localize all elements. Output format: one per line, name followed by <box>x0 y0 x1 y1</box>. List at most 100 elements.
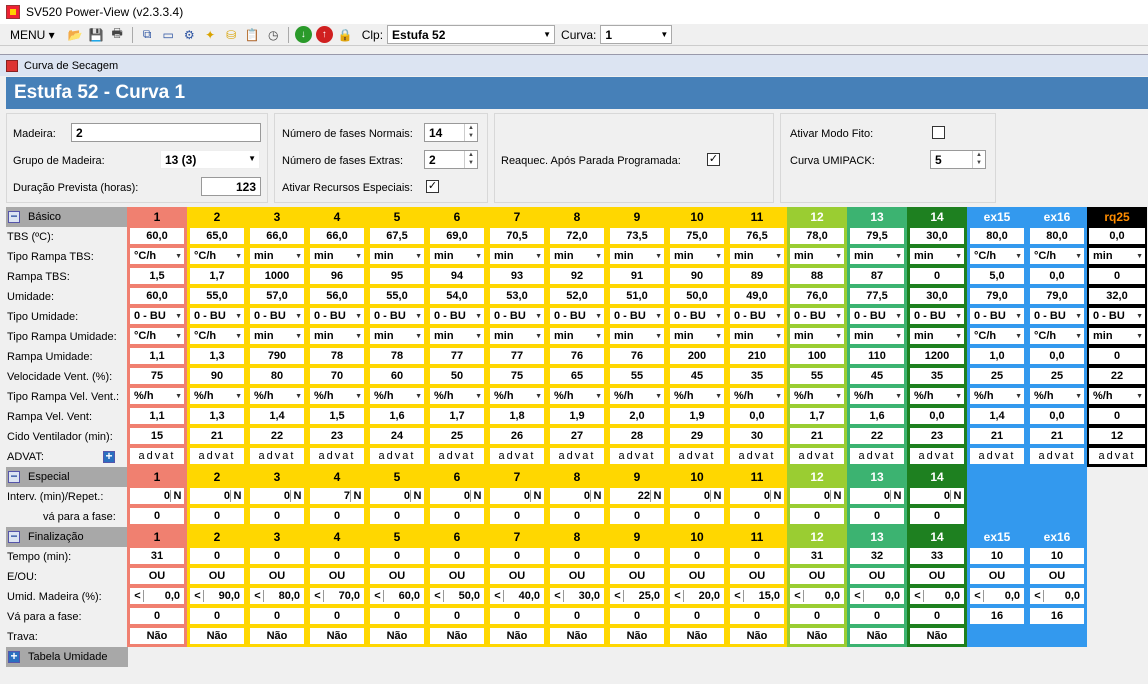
cell-input[interactable]: 22 <box>1089 368 1145 384</box>
cell-input[interactable]: 75 <box>130 368 184 384</box>
cell-select[interactable]: 0 - BU ▼ <box>310 308 364 324</box>
cell-split-input[interactable]: 22 N <box>610 488 664 504</box>
cell-input[interactable]: 0 <box>430 508 484 524</box>
cell-input[interactable]: 30,0 <box>910 228 964 244</box>
cell-input[interactable]: 0 <box>850 508 904 524</box>
cell-input[interactable]: 91 <box>610 268 664 284</box>
cell-input[interactable]: 0 <box>610 608 664 624</box>
cell-select[interactable]: min ▼ <box>490 248 544 264</box>
cell-input[interactable]: Não <box>370 628 424 644</box>
cell-input[interactable]: advat <box>190 448 244 464</box>
cell-input[interactable]: 1000 <box>250 268 304 284</box>
cell-input[interactable]: 1,1 <box>130 408 184 424</box>
cell-input[interactable]: 1,3 <box>190 348 244 364</box>
cell-split-input[interactable]: 0N <box>670 488 724 504</box>
cell-input[interactable]: 1,4 <box>250 408 304 424</box>
cell-input[interactable]: 66,0 <box>310 228 364 244</box>
cell-input[interactable]: 31 <box>130 548 184 564</box>
cell-input[interactable]: 78 <box>310 348 364 364</box>
cell-input[interactable]: 1200 <box>910 348 964 364</box>
cell-input[interactable]: 0 <box>910 508 964 524</box>
cell-select[interactable]: min ▼ <box>1089 248 1145 264</box>
cell-input[interactable]: 30,0 <box>910 288 964 304</box>
cell-input[interactable]: 0 <box>610 548 664 564</box>
cell-input[interactable]: 24 <box>370 428 424 444</box>
cell-select[interactable]: min ▼ <box>670 248 724 264</box>
cell-input[interactable]: 50 <box>430 368 484 384</box>
menu-button[interactable]: MENU ▾ <box>6 28 59 42</box>
clock-icon[interactable]: ◷ <box>265 26 282 43</box>
window-icon[interactable]: ▭ <box>160 26 177 43</box>
cell-input[interactable]: 50,0 <box>670 288 724 304</box>
cell-input[interactable]: 88 <box>790 268 844 284</box>
collapse-icon[interactable]: − <box>8 470 20 483</box>
cell-input[interactable]: advat <box>310 448 364 464</box>
cell-input[interactable]: 1,5 <box>310 408 364 424</box>
cell-input[interactable]: 0,0 <box>1030 268 1084 284</box>
cell-input[interactable]: 1,0 <box>970 348 1024 364</box>
cell-compare-input[interactable]: <40,0 <box>490 588 544 604</box>
cell-input[interactable]: OU <box>130 568 184 584</box>
cell-select[interactable]: %/h ▼ <box>850 388 904 404</box>
cell-input[interactable]: 200 <box>670 348 724 364</box>
cell-input[interactable]: Não <box>550 628 604 644</box>
cell-select[interactable]: min ▼ <box>790 248 844 264</box>
cell-input[interactable]: 56,0 <box>310 288 364 304</box>
cell-input[interactable]: 12 <box>1089 428 1145 444</box>
cell-input[interactable]: advat <box>730 448 784 464</box>
cell-input[interactable]: 0 <box>310 508 364 524</box>
cell-input[interactable]: 73,5 <box>610 228 664 244</box>
cell-select[interactable]: 0 - BU ▼ <box>910 308 964 324</box>
cell-split-input[interactable]: 0N <box>850 488 904 504</box>
cell-input[interactable]: Não <box>910 628 964 644</box>
cell-input[interactable]: 53,0 <box>490 288 544 304</box>
cell-input[interactable]: 30 <box>730 428 784 444</box>
cell-input[interactable]: 0 <box>370 508 424 524</box>
cell-input[interactable]: Não <box>430 628 484 644</box>
cell-input[interactable]: 0,0 <box>910 408 964 424</box>
cell-input[interactable]: advat <box>130 448 184 464</box>
cell-input[interactable]: advat <box>370 448 424 464</box>
cell-input[interactable]: 35 <box>730 368 784 384</box>
cell-input[interactable]: 80,0 <box>970 228 1024 244</box>
cell-input[interactable]: 0,0 <box>1030 408 1084 424</box>
grupo-select[interactable]: 13 (3) ▼ <box>160 150 260 169</box>
cell-input[interactable]: 1,7 <box>190 268 244 284</box>
cell-input[interactable]: 55 <box>610 368 664 384</box>
cell-input[interactable]: 54,0 <box>430 288 484 304</box>
cell-split-input[interactable]: 0N <box>370 488 424 504</box>
cell-input[interactable]: 32 <box>850 548 904 564</box>
cell-input[interactable]: 60,0 <box>130 228 184 244</box>
cell-input[interactable]: 49,0 <box>730 288 784 304</box>
cell-split-input[interactable]: 0N <box>250 488 304 504</box>
cell-input[interactable]: advat <box>970 448 1024 464</box>
cell-input[interactable]: 55 <box>790 368 844 384</box>
cell-input[interactable]: 1,9 <box>550 408 604 424</box>
cell-input[interactable]: Não <box>190 628 244 644</box>
cell-input[interactable]: OU <box>670 568 724 584</box>
cell-select[interactable]: °C/h ▼ <box>1030 248 1084 264</box>
cell-input[interactable]: 70 <box>310 368 364 384</box>
cell-input[interactable]: OU <box>970 568 1024 584</box>
cell-input[interactable]: OU <box>850 568 904 584</box>
cell-input[interactable]: 75 <box>490 368 544 384</box>
cell-split-input[interactable]: 7N <box>310 488 364 504</box>
cell-select[interactable]: %/h ▼ <box>190 388 244 404</box>
cell-input[interactable]: OU <box>730 568 784 584</box>
cell-input[interactable]: 0 <box>130 608 184 624</box>
cell-input[interactable]: Não <box>250 628 304 644</box>
cell-input[interactable]: 0,0 <box>1089 228 1145 244</box>
cell-input[interactable]: 0 <box>370 608 424 624</box>
cell-input[interactable]: 10 <box>1030 548 1084 564</box>
reaquec-checkbox[interactable]: ✓ <box>707 153 720 166</box>
cell-select[interactable]: 0 - BU ▼ <box>1030 308 1084 324</box>
cell-input[interactable]: 35 <box>910 368 964 384</box>
clp-select[interactable]: Estufa 52 ▼ <box>387 25 556 44</box>
cell-input[interactable]: 0 <box>670 608 724 624</box>
cell-input[interactable]: 65 <box>550 368 604 384</box>
cell-input[interactable]: 0 <box>490 548 544 564</box>
cell-select[interactable]: min ▼ <box>430 328 484 344</box>
cell-select[interactable]: min ▼ <box>430 248 484 264</box>
cell-select[interactable]: min ▼ <box>850 328 904 344</box>
cell-input[interactable]: Não <box>490 628 544 644</box>
